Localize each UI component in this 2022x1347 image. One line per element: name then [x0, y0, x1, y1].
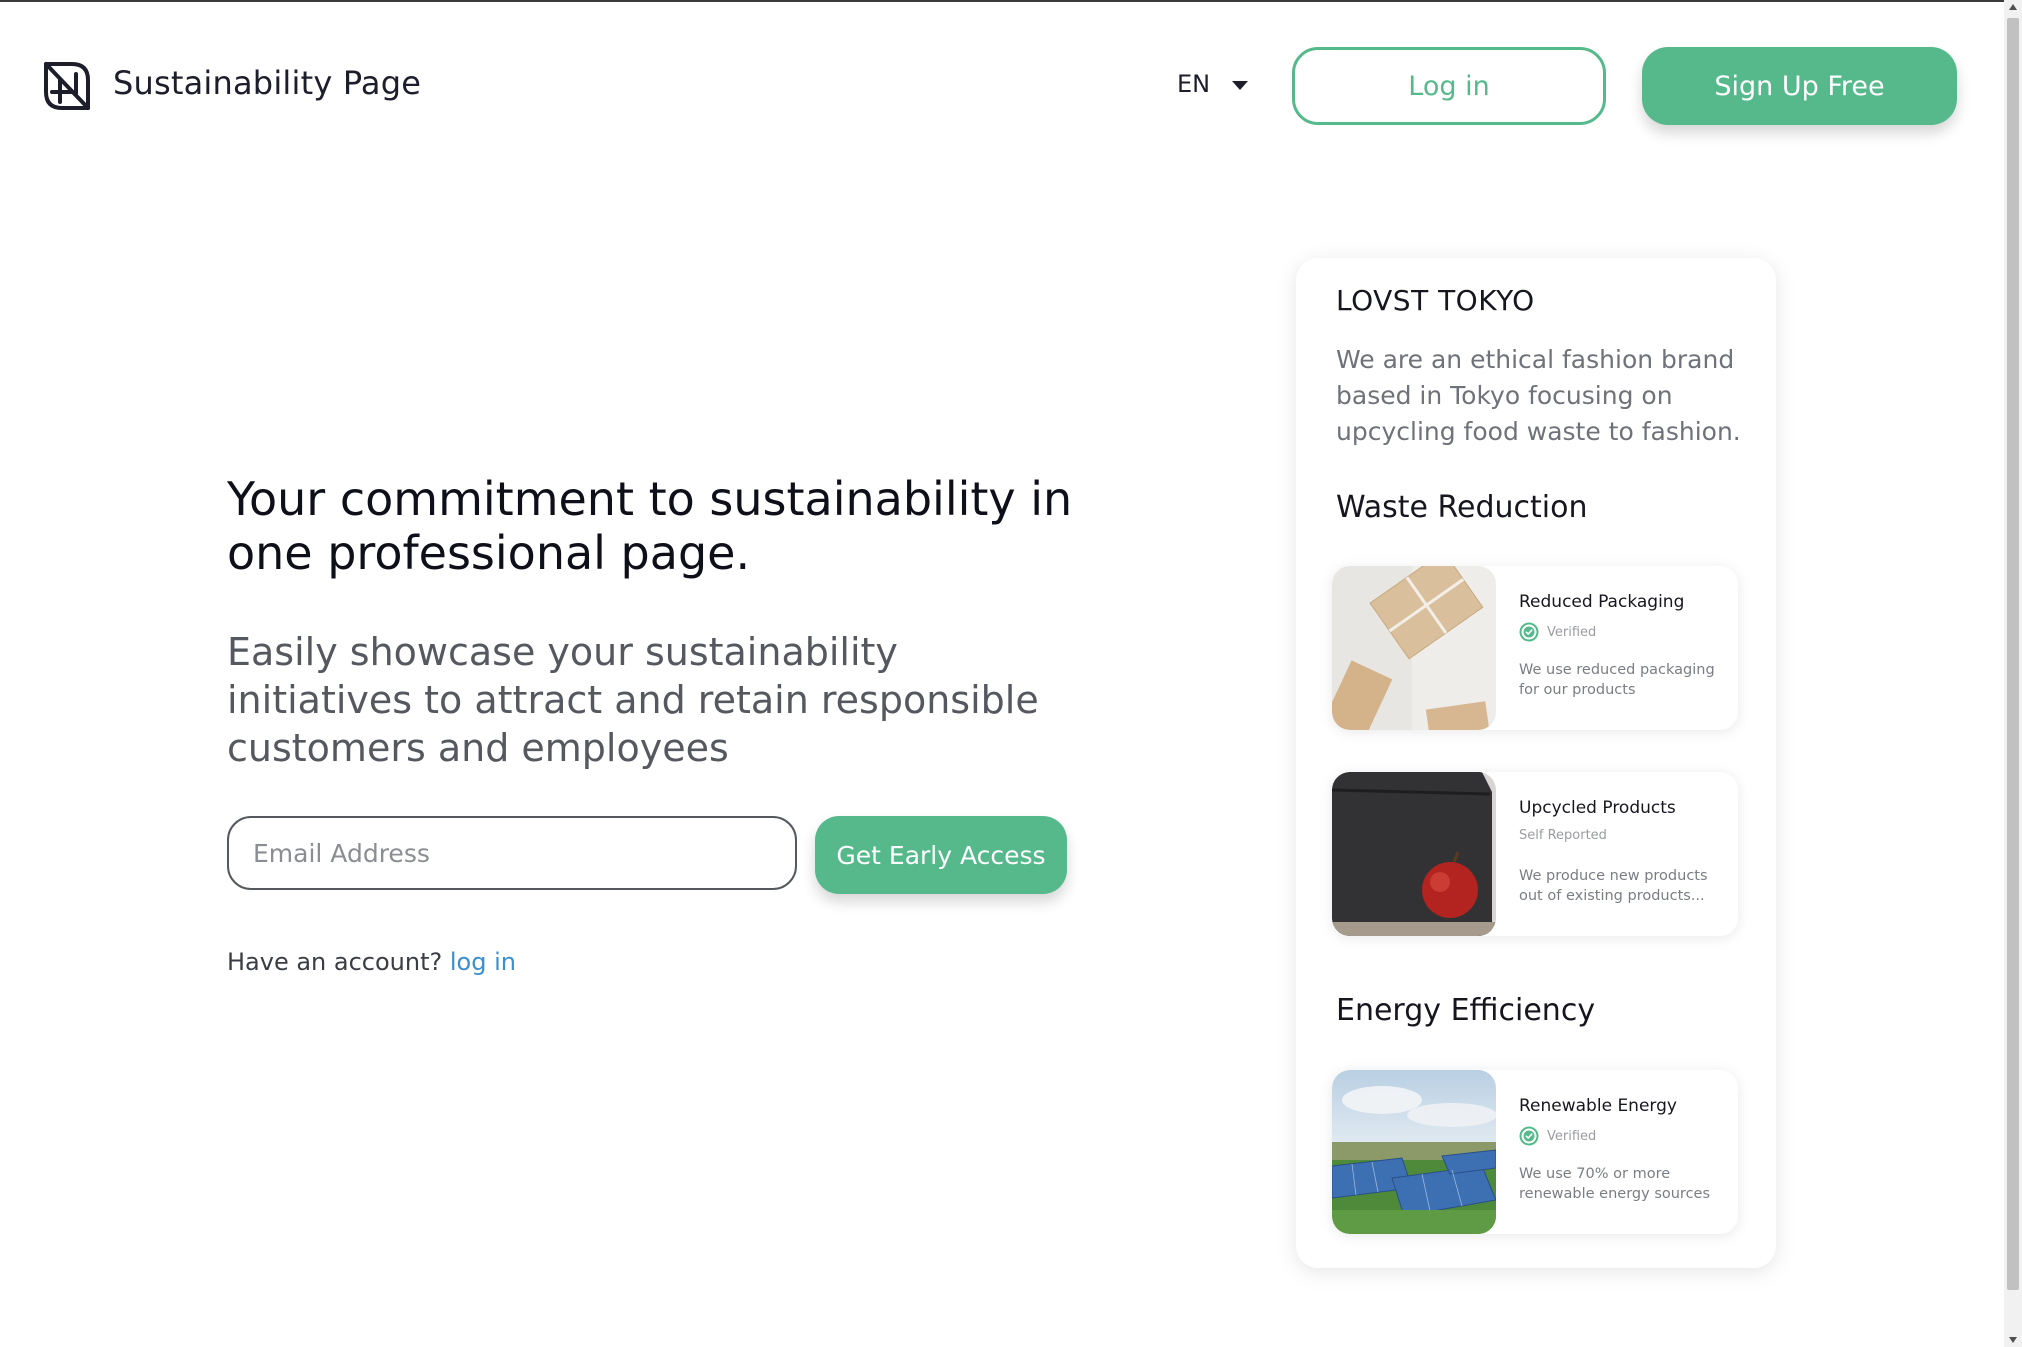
initiative-description: We use 70% or more renewable energy sour…	[1519, 1166, 1711, 1202]
login-button[interactable]: Log in	[1292, 47, 1606, 125]
initiative-title: Upcycled Products	[1519, 798, 1676, 818]
verified-status: Verified	[1519, 1126, 1596, 1146]
account-prompt-text: Have an account?	[227, 948, 443, 976]
company-description: We are an ethical fashion brand based in…	[1336, 345, 1741, 446]
initiative-card-upcycled-products[interactable]: Upcycled Products Self Reported We produ…	[1332, 772, 1738, 936]
solar-panels-image	[1332, 1070, 1496, 1234]
status-label: Verified	[1547, 624, 1597, 640]
brand-name[interactable]: Sustainability Page	[113, 64, 421, 102]
email-field[interactable]	[227, 816, 797, 890]
initiative-title: Renewable Energy	[1519, 1096, 1677, 1116]
initiative-title: Reduced Packaging	[1519, 592, 1685, 612]
verified-check-icon	[1519, 622, 1539, 642]
scroll-down-arrow-icon[interactable]	[2009, 1337, 2017, 1343]
get-early-access-button[interactable]: Get Early Access	[815, 816, 1067, 894]
scroll-up-arrow-icon[interactable]	[2009, 4, 2017, 10]
section-title-energy-efficiency: Energy Efficiency	[1336, 993, 1596, 1028]
package-image	[1332, 566, 1496, 730]
verified-status: Verified	[1519, 622, 1596, 642]
leaf-logo-icon[interactable]	[42, 60, 92, 112]
language-selector[interactable]: EN	[1177, 70, 1249, 98]
window-top-border	[0, 0, 2022, 2]
self-reported-status: Self Reported	[1519, 828, 1607, 843]
status-label: Self Reported	[1519, 828, 1607, 843]
initiative-description: We produce new products out of existing …	[1519, 868, 1708, 904]
verified-check-icon	[1519, 1126, 1539, 1146]
initiative-card-reduced-packaging[interactable]: Reduced Packaging Verified We use reduce…	[1332, 566, 1738, 730]
chevron-down-icon	[1232, 80, 1249, 90]
language-label: EN	[1177, 70, 1211, 98]
scrollbar-thumb[interactable]	[2007, 18, 2019, 1290]
hero-subheadline: Easily showcase your sustainability init…	[227, 630, 1039, 770]
section-title-waste-reduction: Waste Reduction	[1336, 490, 1588, 525]
sustainability-page-preview: LOVST TOKYO We are an ethical fashion br…	[1296, 258, 1776, 1268]
signup-button[interactable]: Sign Up Free	[1642, 47, 1957, 125]
account-prompt: Have an account? log in	[227, 948, 516, 976]
status-label: Verified	[1547, 1128, 1597, 1144]
hero-headline: Your commitment to sustainability in one…	[227, 472, 1073, 580]
bag-apple-image	[1332, 772, 1496, 936]
vertical-scrollbar[interactable]	[2004, 0, 2022, 1347]
initiative-description: We use reduced packaging for our product…	[1519, 662, 1715, 698]
initiative-card-renewable-energy[interactable]: Renewable Energy Verified We use 70% or …	[1332, 1070, 1738, 1234]
company-name: LOVST TOKYO	[1336, 284, 1535, 317]
login-link[interactable]: log in	[450, 948, 516, 976]
